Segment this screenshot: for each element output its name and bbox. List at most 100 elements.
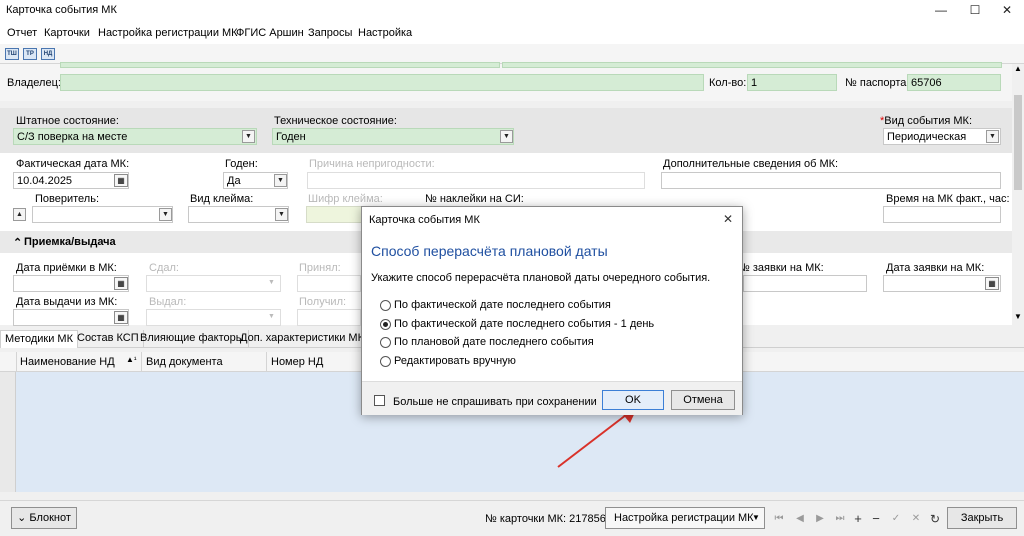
column-nd-number[interactable]: Номер НД [271, 356, 323, 368]
close-window-button[interactable]: ✕ [990, 0, 1024, 22]
mark-type-label: Вид клейма: [190, 193, 254, 205]
collapse-toggle-button[interactable]: ▲ [13, 208, 26, 221]
cancel-record-icon[interactable]: ✕ [910, 513, 922, 525]
tsh-icon[interactable]: ТШ [5, 48, 19, 60]
radio-actual-last-minus-day[interactable] [380, 319, 391, 330]
verifier-dropdown-icon[interactable]: ▼ [159, 208, 172, 221]
ok-button[interactable]: OK [602, 390, 664, 410]
tab-influence-factors[interactable]: Влияющие факторы [136, 330, 249, 348]
option-label: По фактической дате последнего события [394, 299, 611, 311]
radio-manual[interactable] [380, 356, 391, 367]
dont-ask-checkbox[interactable] [374, 395, 385, 406]
radio-planned-last[interactable] [380, 337, 391, 348]
issued-label: Выдал: [149, 296, 187, 308]
menu-requests[interactable]: Запросы [308, 27, 352, 39]
mark-type-dropdown-icon[interactable]: ▼ [275, 208, 288, 221]
tr-icon[interactable]: ТР [23, 48, 37, 60]
state-section: Штатное состояние: С/З поверка на месте … [0, 108, 1012, 153]
scrollbar-thumb[interactable] [1014, 95, 1022, 190]
receive-date-field[interactable] [13, 275, 129, 292]
registration-settings-value: Настройка регистрации МК [614, 512, 754, 524]
accepted-field [297, 275, 361, 292]
menu-settings[interactable]: Настройка [358, 27, 412, 39]
add-record-icon[interactable]: + [852, 512, 864, 525]
tab-ksp-composition[interactable]: Состав КСП [73, 330, 144, 348]
receive-section-title: Приемка/выдача [24, 236, 116, 248]
first-record-icon[interactable]: ⏮ [773, 513, 785, 525]
issue-date-label: Дата выдачи из МК: [16, 296, 118, 308]
handed-dropdown-icon: ▼ [268, 279, 275, 286]
sticker-label: № наклейки на СИ: [425, 193, 524, 205]
radio-actual-last[interactable] [380, 300, 391, 311]
notebook-button[interactable]: ⌄ Блокнот [11, 507, 77, 529]
mark-type-select[interactable] [188, 206, 289, 223]
request-no-field[interactable] [743, 275, 867, 292]
menu-fgis-arshin[interactable]: ФГИС Аршин [236, 27, 304, 39]
column-divider [16, 352, 17, 372]
refresh-icon[interactable]: ↻ [929, 513, 941, 525]
tech-state-dropdown-icon[interactable]: ▼ [500, 130, 513, 143]
last-record-icon[interactable]: ⏭ [834, 513, 846, 525]
issue-date-calendar-icon[interactable]: ▦ [114, 311, 128, 324]
event-type-value: Периодическая [887, 131, 967, 143]
time-field[interactable] [883, 206, 1001, 223]
verifier-label: Поверитель: [35, 193, 99, 205]
owner-label: Владелец: [7, 77, 61, 89]
prev-record-icon[interactable]: ◀ [794, 513, 806, 525]
card-number: № карточки МК: 217856 [485, 513, 606, 525]
qty-label: Кол-во: [709, 77, 747, 89]
delete-record-icon[interactable]: − [870, 512, 882, 525]
chevron-up-icon: ⌃ [13, 237, 23, 249]
scroll-up-icon[interactable]: ▲ [1014, 64, 1022, 73]
verifier-select[interactable] [32, 206, 173, 223]
staff-state-label: Штатное состояние: [16, 115, 119, 127]
actual-date-field[interactable]: 10.04.2025 [13, 172, 129, 189]
cancel-button[interactable]: Отмена [671, 390, 735, 410]
dialog-title: Карточка события МК [369, 214, 480, 226]
calendar-icon[interactable]: ▦ [114, 174, 128, 187]
tech-state-select[interactable]: Годен [272, 128, 514, 145]
issue-date-field[interactable] [13, 309, 129, 326]
request-no-label: № заявки на МК: [738, 262, 824, 274]
minimize-button[interactable]: — [924, 0, 958, 22]
tab-methods[interactable]: Методики МК [0, 330, 78, 348]
recalc-dialog: Карточка события МК ✕ Способ перерасчёта… [361, 206, 743, 415]
handed-field [146, 275, 281, 292]
nd-icon[interactable]: НД [41, 48, 55, 60]
owner-strip: Владелец: Кол-во: 1 № паспорта: 65706 [0, 62, 1012, 101]
passport-label: № паспорта: [845, 77, 910, 89]
owner-field[interactable] [60, 74, 704, 91]
request-date-field[interactable] [883, 275, 1001, 292]
menu-report[interactable]: Отчет [7, 27, 37, 39]
received-label: Получил: [299, 296, 347, 308]
qty-field[interactable]: 1 [747, 74, 837, 91]
next-record-icon[interactable]: ▶ [814, 513, 826, 525]
tech-state-label: Техническое состояние: [274, 115, 397, 127]
fit-dropdown-icon[interactable]: ▼ [274, 174, 287, 187]
request-date-calendar-icon[interactable]: ▦ [985, 277, 999, 290]
close-button[interactable]: Закрыть [947, 507, 1017, 529]
receive-date-calendar-icon[interactable]: ▦ [114, 277, 128, 290]
actual-date-label: Фактическая дата МК: [16, 158, 130, 170]
time-label: Время на МК факт., час: [886, 193, 1010, 205]
received-field [297, 309, 361, 326]
scroll-down-icon[interactable]: ▼ [1014, 312, 1022, 321]
column-doc-type[interactable]: Вид документа [146, 356, 223, 368]
maximize-button[interactable]: ☐ [958, 0, 992, 22]
window-title: Карточка события МК [6, 4, 117, 16]
unfit-reason-label: Причина непригодности: [309, 158, 435, 170]
event-type-dropdown-icon[interactable]: ▼ [986, 130, 999, 143]
passport-field[interactable]: 65706 [907, 74, 1001, 91]
staff-state-dropdown-icon[interactable]: ▼ [242, 130, 255, 143]
sort-asc-icon[interactable]: ▲¹ [126, 355, 137, 364]
registration-settings-select[interactable]: Настройка регистрации МК ▼ [605, 507, 765, 529]
extra-info-field[interactable] [661, 172, 1001, 189]
menu-cards[interactable]: Карточки [44, 27, 90, 39]
staff-state-select[interactable]: С/З поверка на месте [13, 128, 257, 145]
tab-extra-characteristics[interactable]: Доп. характеристики МК [236, 330, 369, 348]
menu-registration-settings[interactable]: Настройка регистрации МК [98, 27, 238, 39]
dialog-close-icon[interactable]: ✕ [720, 211, 736, 227]
event-type-select[interactable]: Периодическая [883, 128, 1001, 145]
column-nd-name[interactable]: Наименование НД [20, 356, 115, 368]
save-record-icon[interactable]: ✓ [890, 513, 902, 525]
